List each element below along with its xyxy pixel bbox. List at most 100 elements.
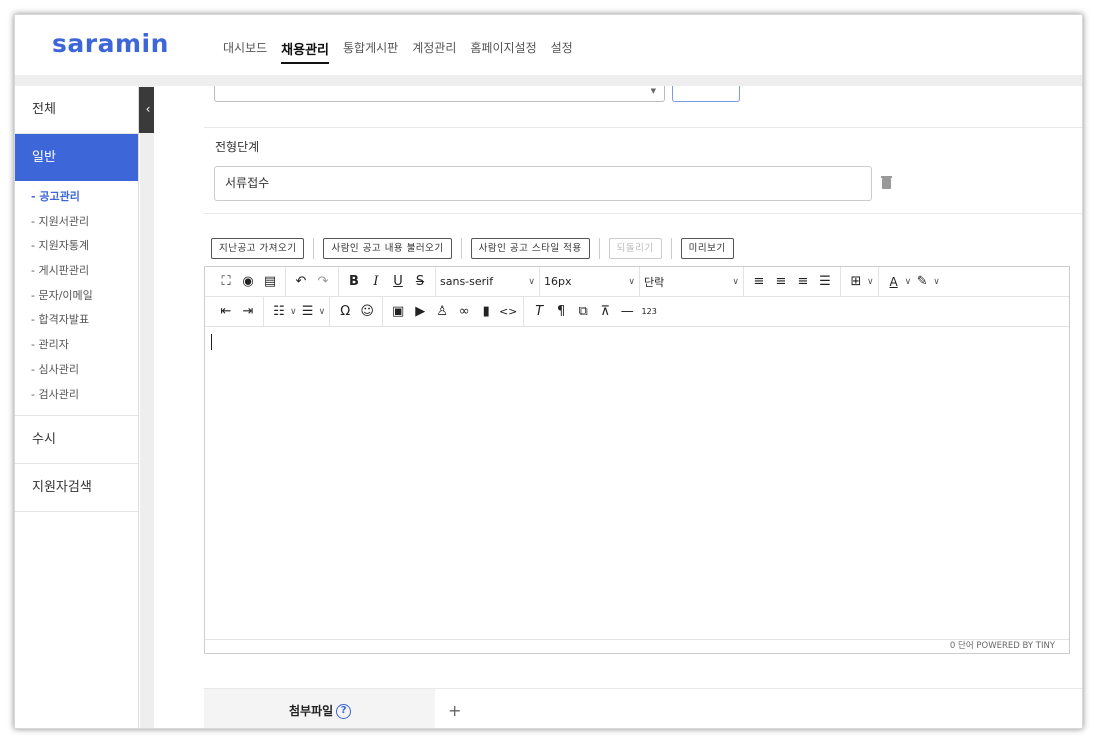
sidebar-sub-test[interactable]: - 검사관리 <box>31 383 138 408</box>
sidebar-item-all[interactable]: 전체 <box>15 86 138 134</box>
toolbar-group: ⇤ ⇥ <box>211 296 264 327</box>
undo-icon[interactable]: ↶ <box>290 274 312 289</box>
toolbar-group: sans-serif ∨ <box>436 266 540 297</box>
caret-down-icon: ▼ <box>650 87 656 95</box>
text-cursor <box>211 334 212 350</box>
link-icon[interactable]: ∞ <box>453 304 475 319</box>
attachment-label: 첨부파일 <box>289 704 334 718</box>
saramin-logo[interactable]: saramin <box>52 29 169 58</box>
sidebar-item-search[interactable]: 지원자검색 <box>15 464 138 513</box>
image-icon[interactable]: ▣ <box>387 304 409 319</box>
fullscreen-icon[interactable]: ⛶ <box>215 274 237 289</box>
horizontal-rule-icon[interactable]: — <box>616 304 638 319</box>
load-saramin-content-button[interactable]: 사람인 공고 내용 불러오기 <box>323 238 452 259</box>
nav-homepage[interactable]: 홈페이지설정 <box>470 39 536 64</box>
nav-board[interactable]: 통합게시판 <box>343 39 398 64</box>
toolbar-group: ⊞ ∨ <box>841 266 879 297</box>
chevron-down-icon: ∨ <box>732 276 739 287</box>
sidebar-item-rolling[interactable]: 수시 <box>15 416 138 465</box>
toolbar-group: ≡ ≡ ≡ ☰ <box>744 266 841 297</box>
trash-icon[interactable] <box>881 176 892 189</box>
code-icon[interactable]: <> <box>497 305 519 318</box>
italic-icon[interactable]: I <box>365 274 387 289</box>
bullet-list-icon[interactable]: ☰ <box>297 304 319 319</box>
editor-content-area[interactable] <box>205 327 1069 639</box>
bold-icon[interactable]: B <box>343 274 365 289</box>
separator <box>598 238 600 259</box>
font-size-select[interactable]: 16px ∨ <box>544 275 635 288</box>
add-attachment-button[interactable]: + <box>448 701 461 720</box>
page-break-icon[interactable]: ⊼ <box>594 304 616 319</box>
apply-saramin-style-button[interactable]: 사람인 공고 스타일 적용 <box>470 238 590 259</box>
load-past-posting-button[interactable]: 지난공고 가져오기 <box>211 238 305 259</box>
attachment-row: 첨부파일? + <box>204 688 1082 728</box>
toolbar-group: ▣ ▶ ♙ ∞ ▮ <> <box>383 296 525 327</box>
separator <box>460 238 462 259</box>
sidebar-submenu: - 공고관리 - 지원서관리 - 지원자통계 - 게시판관리 - 문자/이메일 … <box>15 181 138 417</box>
paragraph-icon[interactable]: ¶ <box>550 304 572 319</box>
sidebar-sub-stats[interactable]: - 지원자통계 <box>31 234 138 259</box>
attachment-label-cell: 첨부파일? <box>204 689 435 728</box>
sidebar-sub-manager[interactable]: - 관리자 <box>31 333 138 358</box>
nav-settings[interactable]: 설정 <box>551 39 573 64</box>
undo-button[interactable]: 되돌리기 <box>608 238 662 259</box>
sidebar-sub-board[interactable]: - 게시판관리 <box>31 259 138 284</box>
header-divider <box>15 75 1082 86</box>
word-count-icon[interactable]: 123 <box>638 307 660 316</box>
outdent-icon[interactable]: ⇤ <box>215 304 237 319</box>
help-icon[interactable]: ? <box>336 704 352 719</box>
show-blocks-icon[interactable]: ⧉ <box>572 304 594 319</box>
sidebar-sub-announce[interactable]: - 합격자발표 <box>31 308 138 333</box>
separator <box>313 238 315 259</box>
text-color-icon[interactable]: A <box>883 275 905 289</box>
special-char-icon[interactable]: Ω <box>334 304 356 319</box>
editor-action-buttons: 지난공고 가져오기 사람인 공고 내용 불러오기 사람인 공고 스타일 적용 되… <box>211 238 743 259</box>
nav-account[interactable]: 계정관리 <box>412 39 456 64</box>
stage-input[interactable]: 서류접수 <box>214 166 872 201</box>
font-family-select[interactable]: sans-serif ∨ <box>440 275 535 288</box>
toolbar-group: 16px ∨ <box>540 266 640 297</box>
rich-text-editor: ⛶ ◉ ▤ ↶ ↷ B I U S sans-serif ∨ 16px ∨ 단락… <box>204 266 1070 654</box>
table-icon[interactable]: ⊞ <box>845 274 867 289</box>
redo-icon[interactable]: ↷ <box>312 274 334 289</box>
indent-icon[interactable]: ⇥ <box>237 304 259 319</box>
emoji-icon[interactable]: ☺ <box>356 304 378 319</box>
align-justify-icon[interactable]: ☰ <box>814 274 836 289</box>
stage-select-clipped[interactable]: ▼ <box>214 86 665 102</box>
font-size-value: 16px <box>544 275 572 288</box>
editor-statusbar: 0 단어 POWERED BY TINY <box>205 639 1069 653</box>
sidebar-sub-review[interactable]: - 심사관리 <box>31 358 138 383</box>
print-icon[interactable]: ▤ <box>259 274 281 289</box>
stamp-icon[interactable]: ♙ <box>431 304 453 319</box>
nav-recruit[interactable]: 채용관리 <box>281 39 330 64</box>
highlight-color-icon[interactable]: ✎ <box>911 274 933 289</box>
sidebar-item-general[interactable]: 일반 <box>15 134 138 181</box>
align-right-icon[interactable]: ≡ <box>792 274 814 289</box>
sidebar-sub-message[interactable]: - 문자/이메일 <box>31 284 138 309</box>
align-left-icon[interactable]: ≡ <box>748 274 770 289</box>
block-format-select[interactable]: 단락 ∨ <box>644 274 739 290</box>
divider <box>204 213 1082 214</box>
block-format-value: 단락 <box>644 275 665 289</box>
chevron-down-icon: ∨ <box>290 306 297 317</box>
toolbar-group: ↶ ↷ <box>286 266 339 297</box>
align-center-icon[interactable]: ≡ <box>770 274 792 289</box>
media-icon[interactable]: ▶ <box>409 304 431 319</box>
font-family-value: sans-serif <box>440 275 494 288</box>
bookmark-icon[interactable]: ▮ <box>475 304 497 319</box>
sidebar-sub-posting[interactable]: - 공고관리 <box>31 185 138 210</box>
header: saramin 대시보드 채용관리 통합게시판 계정관리 홈페이지설정 설정 <box>15 15 1082 75</box>
toolbar-group: T ¶ ⧉ ⊼ — 123 <box>524 297 664 327</box>
add-stage-button-clipped[interactable] <box>672 86 740 102</box>
preview-button[interactable]: 미리보기 <box>680 238 734 259</box>
clear-format-icon[interactable]: T <box>528 304 550 319</box>
nav-dashboard[interactable]: 대시보드 <box>223 39 267 64</box>
editor-toolbar-row-2: ⇤ ⇥ ☷ ∨ ☰ ∨ Ω ☺ ▣ ▶ ♙ ∞ ▮ <> T ¶ ⧉ ⊼ — 1… <box>205 296 1069 327</box>
underline-icon[interactable]: U <box>387 274 409 289</box>
strikethrough-icon[interactable]: S <box>409 274 431 289</box>
preview-eye-icon[interactable]: ◉ <box>237 274 259 289</box>
toolbar-group: Ω ☺ <box>330 296 384 327</box>
toolbar-group: ⛶ ◉ ▤ <box>211 266 286 297</box>
sidebar-sub-application[interactable]: - 지원서관리 <box>31 210 138 235</box>
numbered-list-icon[interactable]: ☷ <box>268 304 290 319</box>
